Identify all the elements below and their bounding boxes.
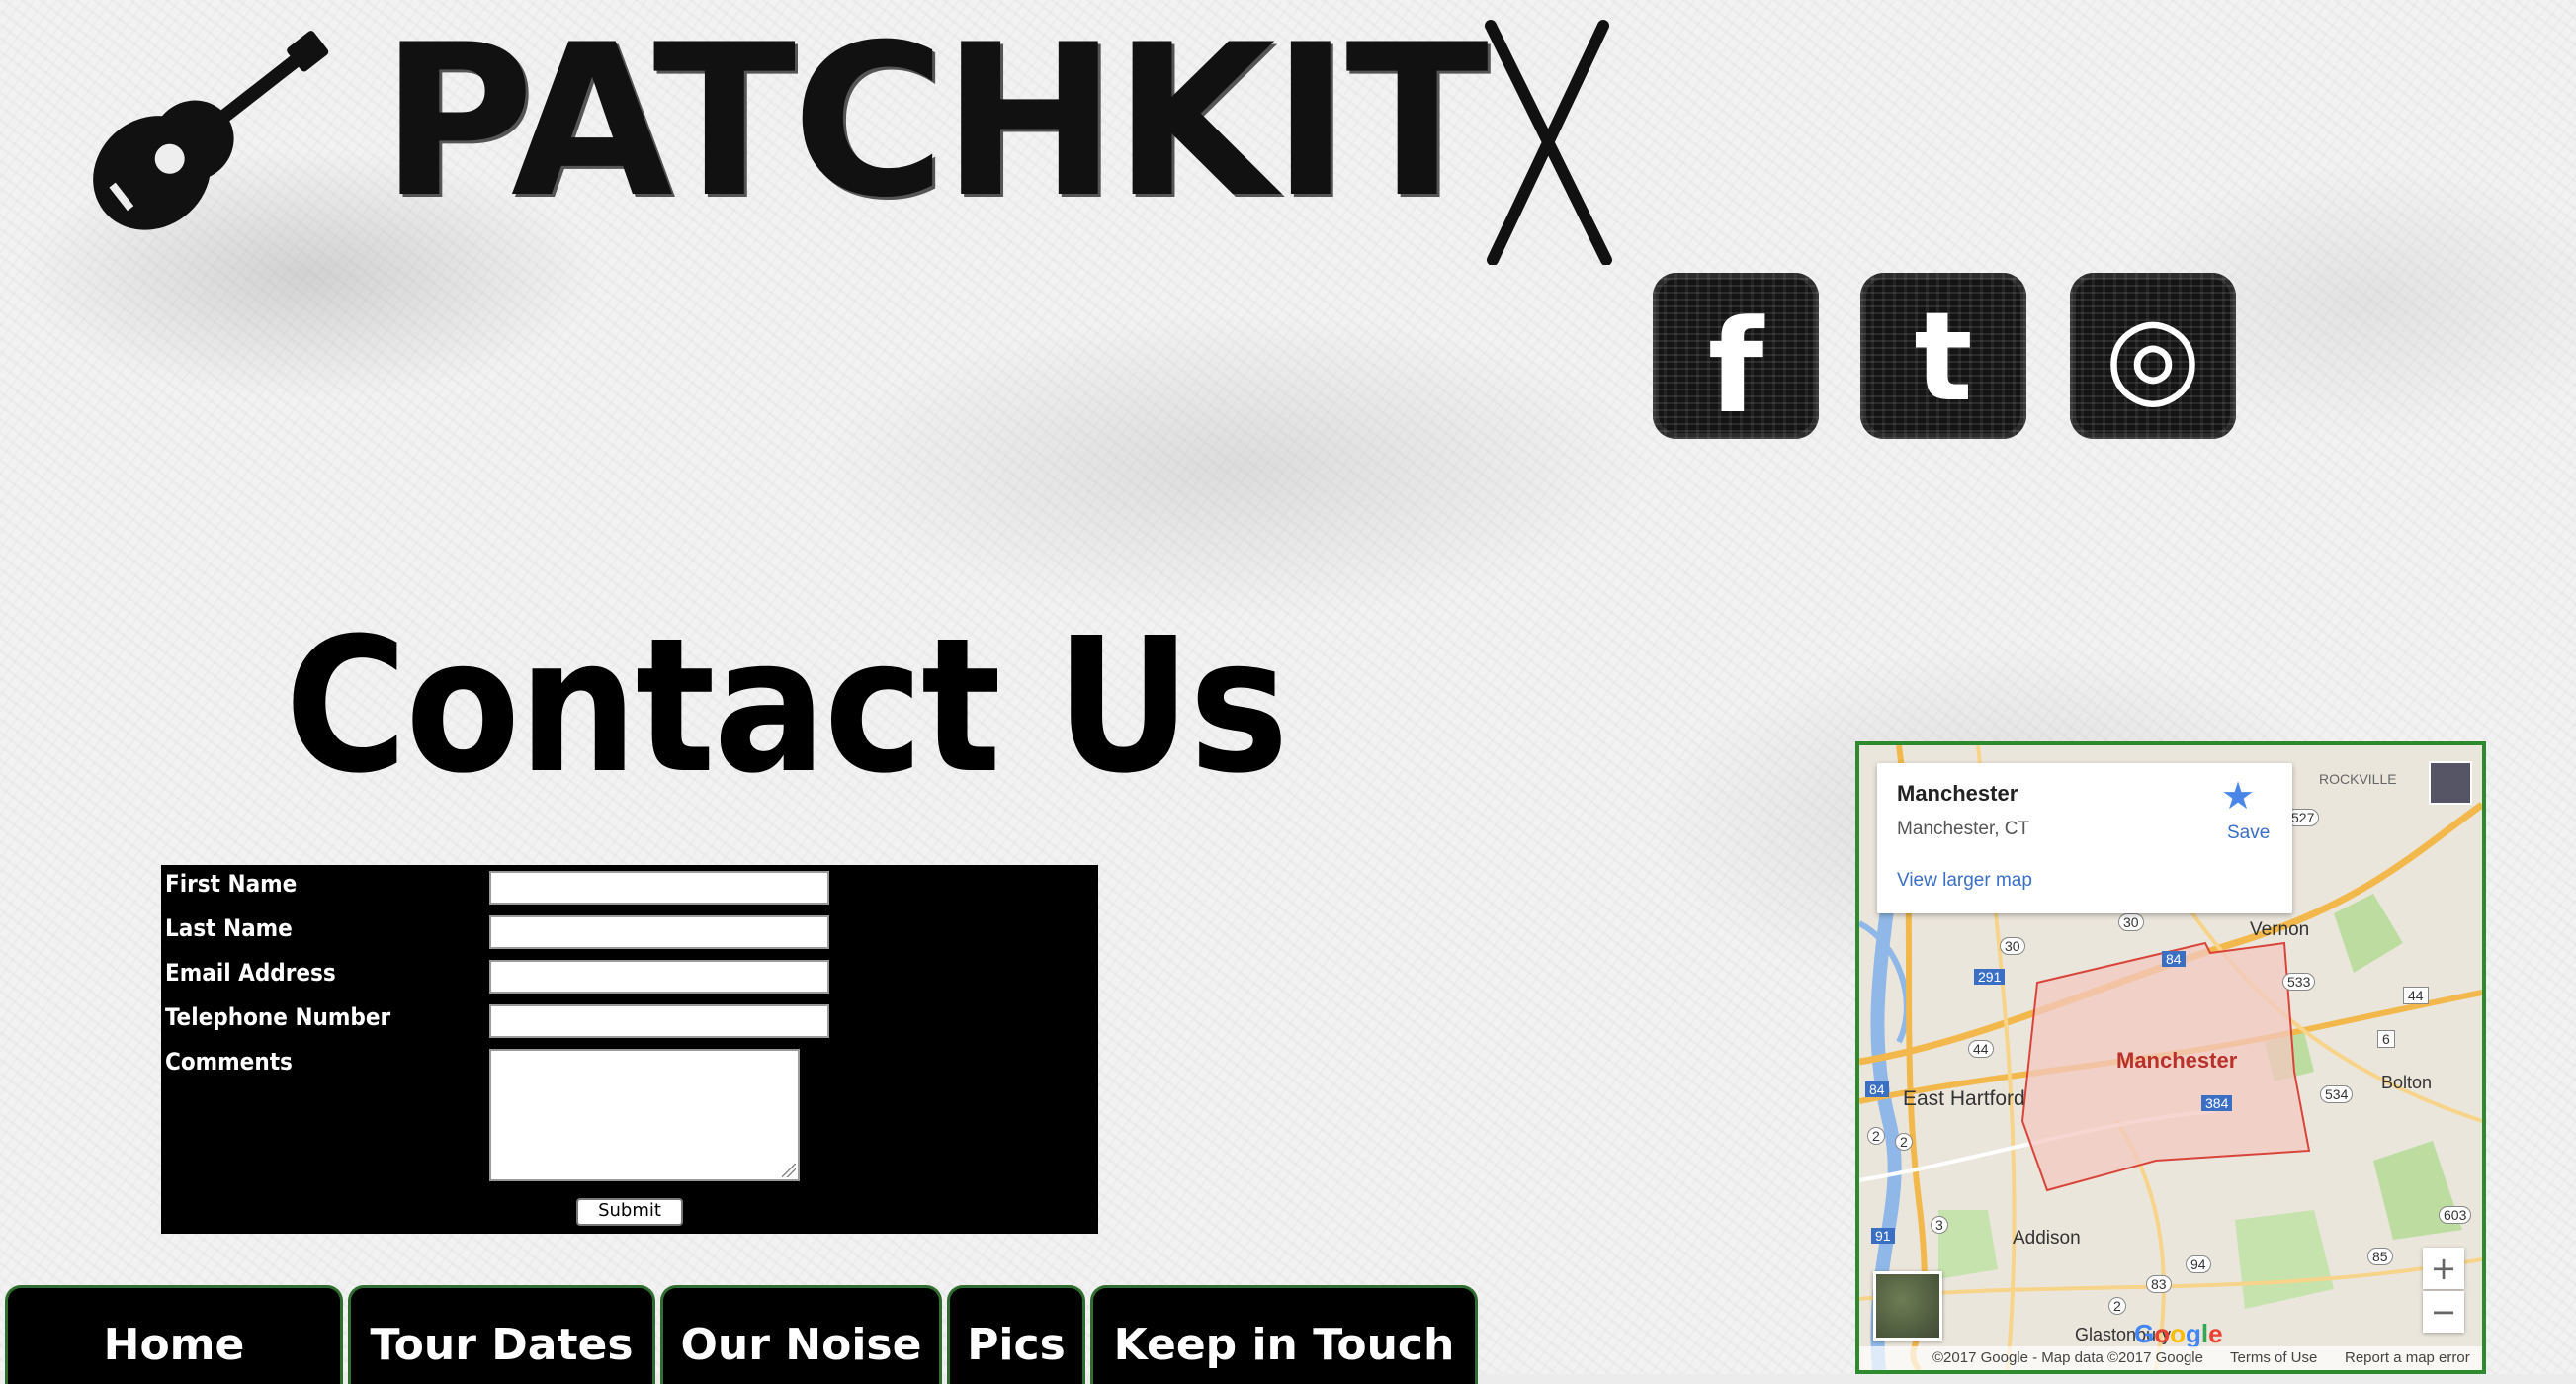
route-shield: 291 [1974, 969, 2006, 985]
route-shield: 603 [2439, 1206, 2472, 1224]
twitter-glyph: t [1914, 287, 1973, 429]
route-shield: 2 [1895, 1133, 1913, 1151]
last-name-label: Last Name [165, 914, 293, 942]
twitter-icon[interactable]: t [1860, 273, 2026, 439]
report-error-link[interactable]: Report a map error [2345, 1349, 2470, 1366]
submit-button[interactable]: Submit [576, 1198, 683, 1226]
map-label-vernon: Vernon [2250, 919, 2310, 940]
route-shield: 84 [2162, 951, 2186, 967]
map-footer: ©2017 Google - Map data ©2017 Google Ter… [1859, 1346, 2482, 1370]
route-shield: 30 [2000, 937, 2025, 955]
phone-label: Telephone Number [165, 1003, 391, 1031]
route-shield: 384 [2201, 1095, 2233, 1111]
terms-link[interactable]: Terms of Use [2230, 1349, 2317, 1366]
route-shield: 534 [2320, 1085, 2354, 1103]
satellite-toggle[interactable] [1873, 1271, 1942, 1341]
view-larger-map-link[interactable]: View larger map [1897, 870, 2032, 892]
facebook-glyph: f [1707, 292, 1764, 439]
email-field[interactable] [489, 960, 829, 994]
map-embed[interactable]: ROCKVILLE Vernon East Hartford Bolton Ad… [1855, 741, 2486, 1374]
google-logo: Google [2134, 1319, 2223, 1348]
comments-label: Comments [165, 1048, 293, 1076]
route-shield: 85 [2367, 1248, 2393, 1265]
route-shield: 44 [2403, 987, 2429, 1004]
route-shield: 44 [1968, 1040, 1994, 1058]
place-subtitle: Manchester, CT [1897, 819, 2030, 839]
zoom-in-button[interactable]: + [2423, 1248, 2464, 1289]
first-name-field[interactable] [489, 871, 829, 905]
zoom-out-button[interactable]: − [2423, 1291, 2464, 1333]
place-info-card: Manchester Manchester, CT View larger ma… [1877, 763, 2292, 913]
comments-field[interactable] [489, 1049, 800, 1181]
instagram-glyph: ◎ [2104, 292, 2201, 420]
route-shield: 533 [2282, 973, 2316, 991]
first-name-label: First Name [165, 870, 298, 898]
route-shield: 94 [2186, 1255, 2211, 1273]
instagram-icon[interactable]: ◎ [2070, 273, 2236, 439]
email-label: Email Address [165, 959, 336, 987]
avatar[interactable] [2429, 761, 2472, 805]
map-label-addison: Addison [2013, 1228, 2081, 1249]
map-label-rockville: ROCKVILLE [2319, 771, 2397, 787]
contact-form: First Name Last Name Email Address Telep… [161, 865, 1098, 1234]
route-shield: 6 [2377, 1030, 2395, 1048]
route-shield: 3 [1931, 1216, 1948, 1234]
tab-tour-dates[interactable]: Tour Dates [348, 1285, 655, 1384]
route-shield: 2 [1867, 1127, 1885, 1145]
star-icon[interactable]: ★ [2221, 777, 2255, 815]
route-shield: 2 [2108, 1297, 2126, 1315]
map-copyright: ©2017 Google - Map data ©2017 Google [1932, 1349, 2203, 1366]
place-title: Manchester [1897, 781, 2018, 806]
drumsticks-icon [1473, 18, 1621, 266]
tab-our-noise[interactable]: Our Noise [660, 1285, 942, 1384]
phone-field[interactable] [489, 1004, 829, 1038]
route-shield: 91 [1871, 1228, 1895, 1244]
route-shield: 30 [2118, 913, 2144, 931]
route-shield: 84 [1865, 1081, 1889, 1097]
tab-home[interactable]: Home [5, 1285, 343, 1384]
save-button[interactable]: Save [2227, 822, 2270, 844]
map-region-label: Manchester [2116, 1048, 2238, 1073]
facebook-icon[interactable]: f [1653, 273, 1819, 439]
band-logo[interactable]: PATCHKIT [381, 17, 1489, 226]
page-title: Contact Us [285, 598, 1289, 815]
last-name-field[interactable] [489, 915, 829, 949]
resize-handle-icon[interactable] [782, 1164, 796, 1177]
tab-keep-in-touch[interactable]: Keep in Touch [1090, 1285, 1478, 1384]
map-label-east-hartford: East Hartford [1903, 1087, 2025, 1110]
map-label-bolton: Bolton [2381, 1073, 2433, 1092]
tab-pics[interactable]: Pics [947, 1285, 1085, 1384]
guitar-icon [49, 25, 346, 262]
route-shield: 83 [2146, 1275, 2172, 1293]
